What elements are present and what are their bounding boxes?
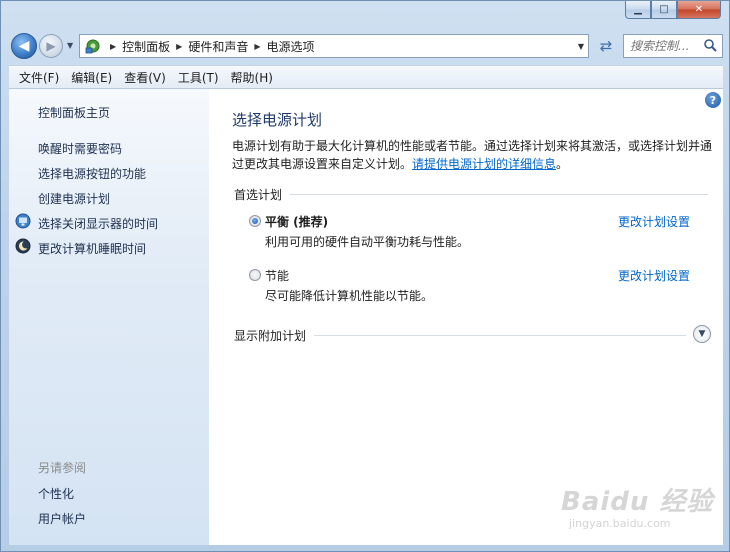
moon-icon bbox=[15, 238, 31, 254]
caption-buttons: ▁ □ ✕ bbox=[625, 1, 721, 19]
menu-file[interactable]: 文件(F) bbox=[13, 69, 65, 86]
sidebar-link-sleep-time[interactable]: 更改计算机睡眠时间 bbox=[38, 240, 146, 257]
plan-balanced-desc: 利用可用的硬件自动平衡功耗与性能。 bbox=[265, 235, 470, 249]
maximize-button[interactable]: □ bbox=[651, 1, 677, 19]
expand-additional-plans-button[interactable]: ▼ bbox=[693, 325, 711, 343]
search-input[interactable] bbox=[630, 39, 692, 53]
refresh-icon: ⇄ bbox=[599, 37, 613, 55]
forward-button[interactable]: ▶ bbox=[39, 34, 63, 58]
preferred-plans-title: 首选计划 bbox=[234, 188, 283, 202]
description-line-1: 电源计划有助于最大化计算机的性能或者节能。通过选择计划来将其激活，或选择计划并通 bbox=[232, 139, 713, 153]
back-button[interactable]: ◀ bbox=[11, 33, 37, 59]
sidebar-link-require-password[interactable]: 唤醒时需要密码 bbox=[38, 140, 122, 157]
plan-balanced-settings-link[interactable]: 更改计划设置 bbox=[618, 213, 690, 230]
preferred-plans-heading: 首选计划 bbox=[234, 186, 708, 203]
watermark-logo: Baidu 经验 bbox=[561, 487, 714, 517]
control-panel-icon bbox=[82, 35, 104, 57]
search-box[interactable] bbox=[623, 34, 723, 58]
close-button[interactable]: ✕ bbox=[677, 1, 721, 19]
power-plan-details-link[interactable]: 请提供电源计划的详细信息 bbox=[412, 157, 556, 171]
breadcrumb-power-options[interactable]: 电源选项 bbox=[267, 38, 315, 55]
description-text: 过更改其电源设置来自定义计划。 bbox=[232, 157, 413, 171]
sidebar: 控制面板主页 唤醒时需要密码 选择电源按钮的功能 创建电源计划 选择关闭显示器的… bbox=[9, 89, 209, 545]
sidebar-link-personalization[interactable]: 个性化 bbox=[38, 485, 74, 502]
plan-power-saver-radio[interactable] bbox=[249, 269, 261, 281]
see-also-heading: 另请参阅 bbox=[38, 461, 87, 475]
content-area: 控制面板主页 唤醒时需要密码 选择电源按钮的功能 创建电源计划 选择关闭显示器的… bbox=[9, 89, 723, 545]
sidebar-link-power-buttons[interactable]: 选择电源按钮的功能 bbox=[38, 165, 146, 182]
back-arrow-icon: ◀ bbox=[18, 38, 30, 54]
plan-power-saver-name[interactable]: 节能 bbox=[265, 267, 289, 284]
plan-balanced-radio[interactable] bbox=[249, 215, 261, 227]
minimize-button[interactable]: ▁ bbox=[625, 1, 651, 19]
watermark-url: jingyan.baidu.com bbox=[569, 517, 671, 530]
sidebar-link-display-off-time[interactable]: 选择关闭显示器的时间 bbox=[38, 215, 158, 232]
address-dropdown-icon[interactable]: ▼ bbox=[578, 42, 584, 51]
sidebar-link-user-accounts[interactable]: 用户帐户 bbox=[38, 510, 86, 527]
chevron-down-icon: ▼ bbox=[67, 41, 74, 50]
monitor-icon bbox=[15, 213, 31, 229]
page-title: 选择电源计划 bbox=[232, 111, 323, 129]
plan-power-saver-desc: 尽可能降低计算机性能以节能。 bbox=[265, 289, 434, 303]
menu-bar: 文件(F) 编辑(E) 查看(V) 工具(T) 帮助(H) bbox=[9, 65, 723, 89]
refresh-button[interactable]: ⇄ bbox=[593, 34, 619, 58]
breadcrumb-separator-icon[interactable]: ▶ bbox=[254, 42, 260, 51]
additional-plans-heading[interactable]: 显示附加计划 bbox=[234, 327, 686, 344]
sidebar-link-create-plan[interactable]: 创建电源计划 bbox=[38, 190, 110, 207]
page-description: 电源计划有助于最大化计算机的性能或者节能。通过选择计划来将其激活，或选择计划并通… bbox=[232, 137, 718, 173]
section-divider bbox=[290, 194, 708, 195]
description-line-2: 过更改其电源设置来自定义计划。请提供电源计划的详细信息。 bbox=[232, 155, 718, 173]
menu-help[interactable]: 帮助(H) bbox=[225, 69, 279, 86]
window-frame: ▁ □ ✕ ◀ ▶ ▼ ▶ 控制面板 ▶ 硬件和声音 ▶ 电源选项 ▼ ⇄ 搜索… bbox=[0, 0, 730, 552]
plan-balanced-name[interactable]: 平衡 (推荐) bbox=[265, 213, 328, 230]
search-icon[interactable] bbox=[703, 38, 717, 55]
additional-plans-title[interactable]: 显示附加计划 bbox=[234, 327, 306, 344]
menu-view[interactable]: 查看(V) bbox=[118, 69, 172, 86]
sidebar-link-control-panel-home[interactable]: 控制面板主页 bbox=[38, 104, 110, 121]
section-divider bbox=[314, 335, 686, 336]
breadcrumb-separator-icon[interactable]: ▶ bbox=[110, 42, 116, 51]
forward-arrow-icon: ▶ bbox=[46, 39, 56, 53]
breadcrumb-separator-icon[interactable]: ▶ bbox=[176, 42, 182, 51]
breadcrumb-control-panel[interactable]: 控制面板 bbox=[122, 38, 170, 55]
plan-power-saver-settings-link[interactable]: 更改计划设置 bbox=[618, 267, 690, 284]
menu-edit[interactable]: 编辑(E) bbox=[65, 69, 118, 86]
chevron-down-icon: ▼ bbox=[698, 329, 706, 339]
recent-pages-dropdown[interactable]: ▼ bbox=[67, 41, 73, 50]
help-icon[interactable]: ? bbox=[705, 92, 721, 108]
menu-tools[interactable]: 工具(T) bbox=[172, 69, 225, 86]
address-bar[interactable]: ▶ 控制面板 ▶ 硬件和声音 ▶ 电源选项 ▼ bbox=[79, 34, 589, 58]
breadcrumb-hardware-sound[interactable]: 硬件和声音 bbox=[188, 38, 248, 55]
main-panel: ? 选择电源计划 电源计划有助于最大化计算机的性能或者节能。通过选择计划来将其激… bbox=[209, 89, 723, 545]
navigation-bar: ◀ ▶ ▼ ▶ 控制面板 ▶ 硬件和声音 ▶ 电源选项 ▼ ⇄ bbox=[9, 31, 723, 63]
description-suffix: 。 bbox=[556, 157, 569, 171]
